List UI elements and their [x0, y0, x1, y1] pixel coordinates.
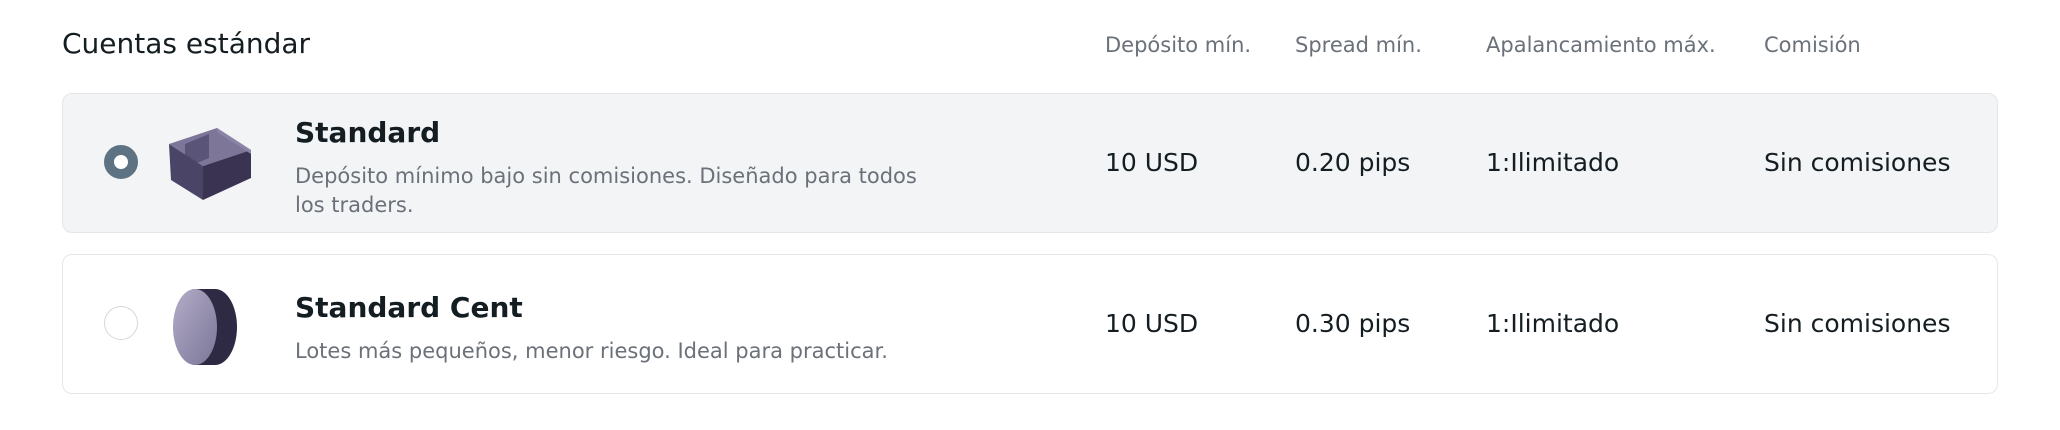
account-card-standard-cent[interactable]: Standard Cent Lotes más pequeños, menor … — [62, 254, 1998, 394]
account-max-leverage: 1:Ilimitado — [1486, 148, 1620, 177]
account-name: Standard — [295, 116, 441, 149]
account-max-leverage: 1:Ilimitado — [1486, 309, 1620, 338]
coin-icon — [163, 283, 259, 367]
account-name: Standard Cent — [295, 291, 523, 324]
section-title: Cuentas estándar — [62, 27, 311, 60]
box-icon — [163, 122, 259, 206]
account-min-deposit: 10 USD — [1105, 148, 1199, 177]
account-description: Depósito mínimo bajo sin comisiones. Dis… — [295, 164, 917, 217]
column-header-min-spread: Spread mín. — [1295, 33, 1422, 57]
column-header-min-deposit: Depósito mín. — [1105, 33, 1252, 57]
column-header-max-leverage: Apalancamiento máx. — [1486, 33, 1716, 57]
account-commission: Sin comisiones — [1764, 148, 1951, 177]
account-description: Lotes más pequeños, menor riesgo. Ideal … — [295, 339, 888, 363]
account-commission: Sin comisiones — [1764, 309, 1951, 338]
account-radio-standard[interactable] — [104, 145, 138, 179]
column-header-commission: Comisión — [1764, 33, 1861, 57]
account-min-spread: 0.20 pips — [1295, 148, 1411, 177]
account-radio-standard-cent[interactable] — [104, 306, 138, 340]
account-min-deposit: 10 USD — [1105, 309, 1199, 338]
account-selector: Cuentas estándar Depósito mín. Spread mí… — [0, 0, 2060, 430]
account-card-standard[interactable]: Standard Depósito mínimo bajo sin comisi… — [62, 93, 1998, 233]
account-min-spread: 0.30 pips — [1295, 309, 1411, 338]
